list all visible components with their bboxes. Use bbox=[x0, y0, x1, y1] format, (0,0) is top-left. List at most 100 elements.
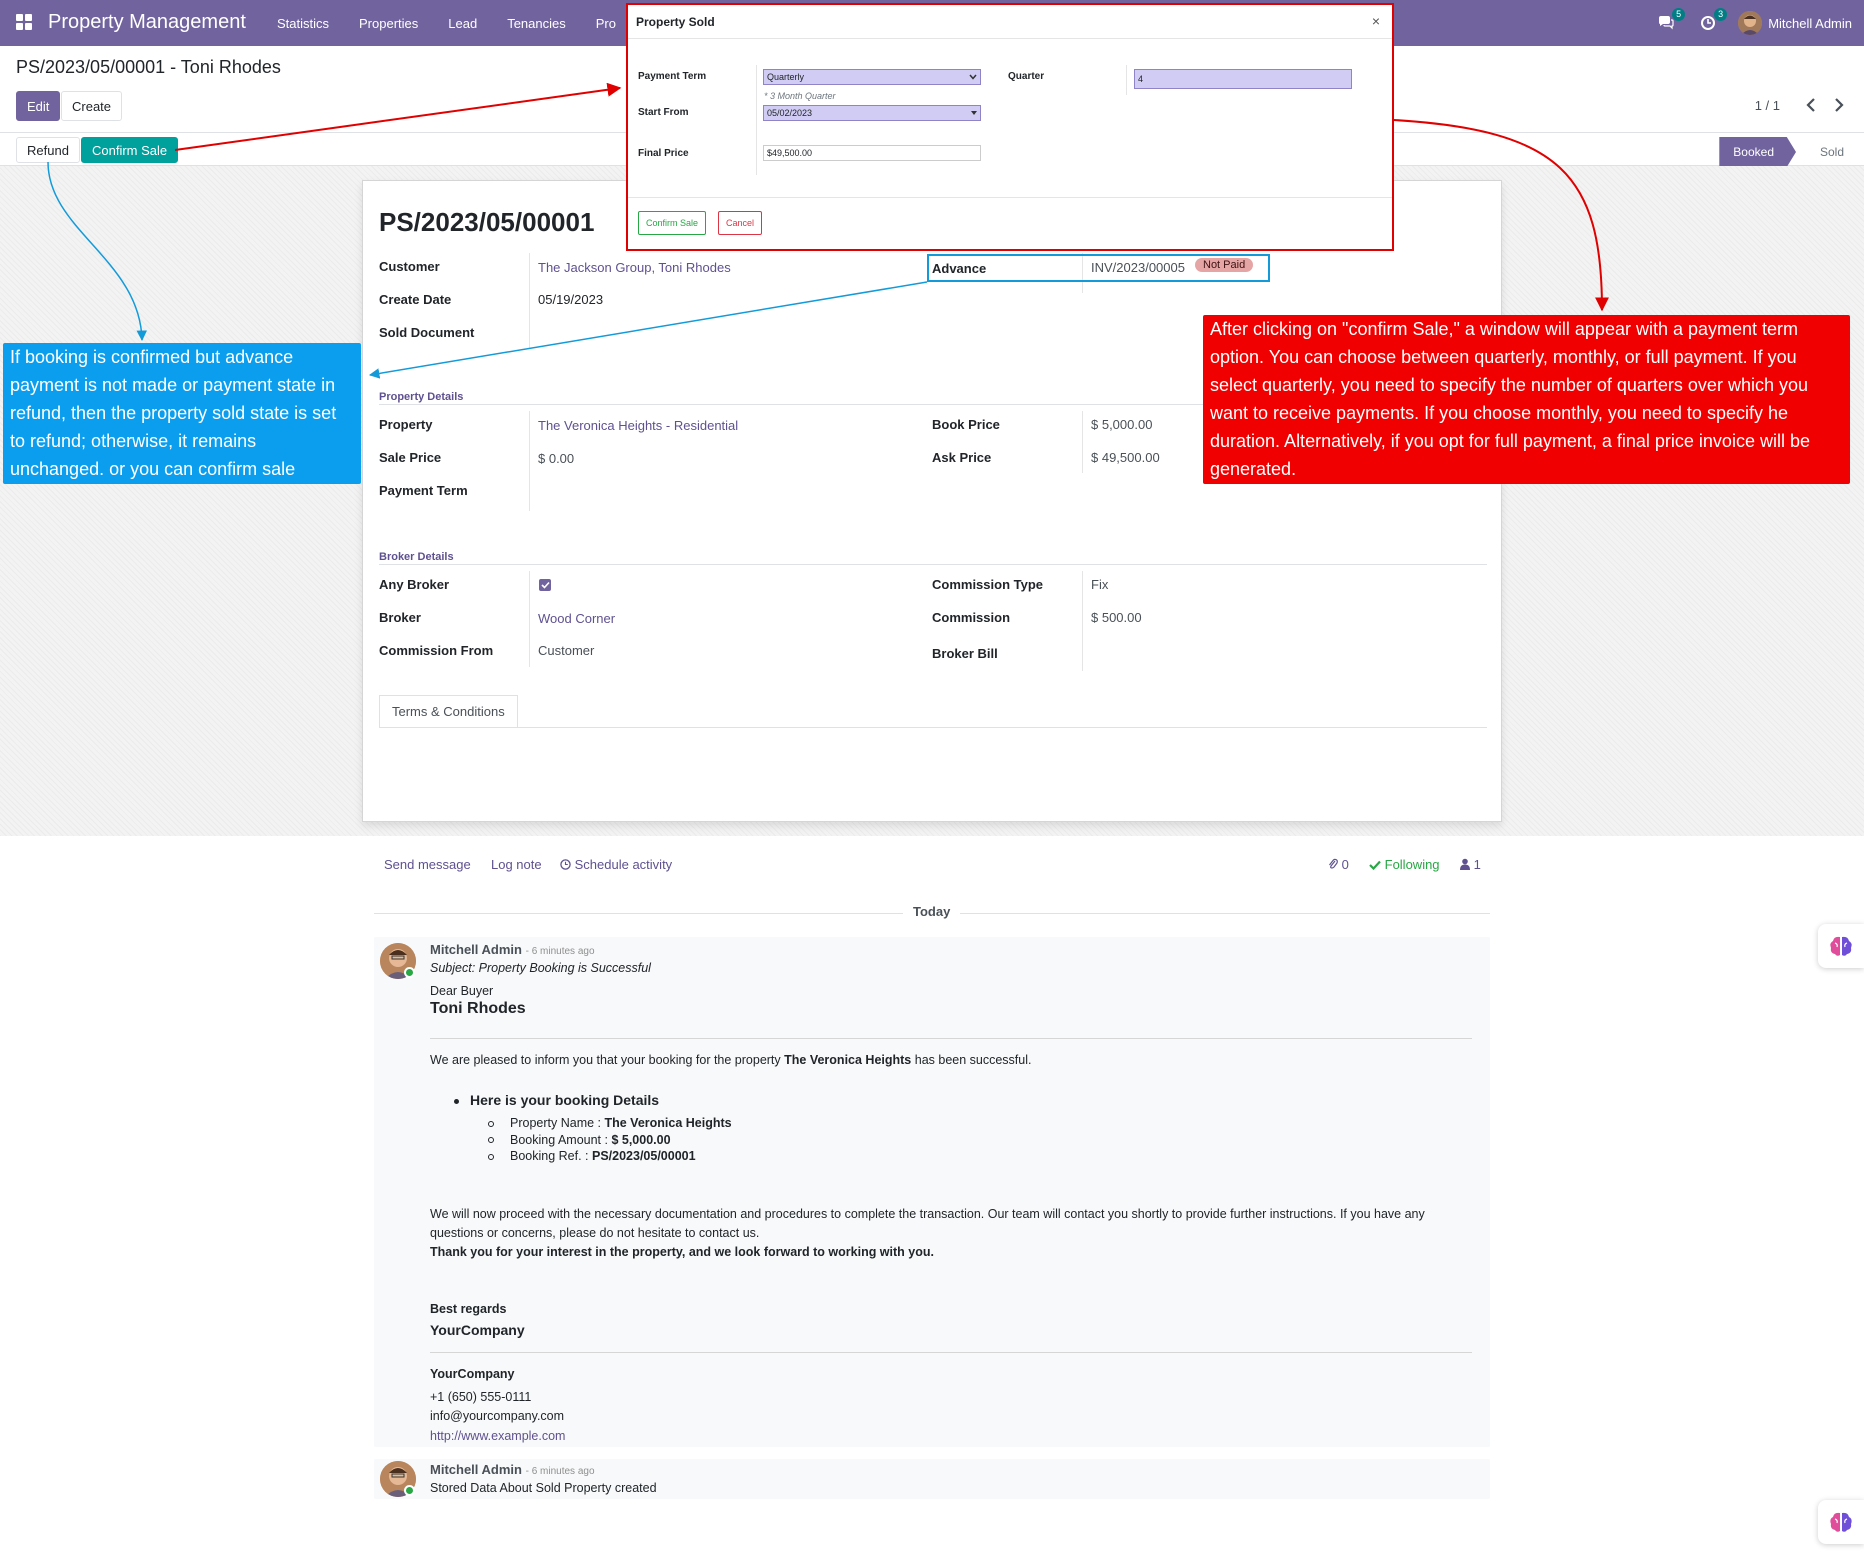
stage-sold[interactable]: Sold bbox=[1806, 137, 1858, 167]
advance-highlight-box bbox=[927, 254, 1270, 282]
final-price-value: $49,500.00 bbox=[767, 148, 813, 158]
intro-pre: We are pleased to inform you that your b… bbox=[430, 1053, 785, 1067]
create-date-field[interactable]: 05/19/2023 bbox=[538, 292, 603, 307]
body-line-2: questions or concerns, please do not hes… bbox=[430, 1226, 760, 1240]
followers-count: 1 bbox=[1473, 857, 1481, 872]
any-broker-checkbox[interactable] bbox=[539, 579, 551, 591]
author-name: Mitchell Admin bbox=[430, 942, 522, 957]
edit-button[interactable]: Edit bbox=[16, 91, 61, 121]
commission-type-field[interactable]: Fix bbox=[1091, 577, 1108, 592]
field-divider bbox=[1126, 65, 1127, 95]
payment-term-select[interactable]: Quarterly bbox=[763, 69, 981, 85]
brain-assistant-icon[interactable] bbox=[1818, 1500, 1864, 1544]
final-price-label: Final Price bbox=[638, 148, 689, 159]
log-note-button[interactable]: Log note bbox=[491, 857, 542, 872]
breadcrumb: PS/2023/05/00001 - Toni Rhodes bbox=[16, 57, 281, 77]
apps-menu-icon[interactable] bbox=[16, 14, 32, 30]
app-brand[interactable]: Property Management bbox=[48, 11, 246, 34]
property-sold-dialog: Property Sold × Payment Term Quarterly *… bbox=[626, 3, 1394, 251]
clock-icon bbox=[560, 859, 571, 870]
tab-terms-conditions[interactable]: Terms & Conditions bbox=[379, 695, 518, 728]
brain-assistant-icon[interactable] bbox=[1818, 924, 1864, 968]
sold-document-label: Sold Document bbox=[379, 325, 475, 340]
confirm-sale-explanation-note: After clicking on "confirm Sale," a wind… bbox=[1203, 315, 1850, 484]
field-divider bbox=[756, 65, 757, 175]
field-divider bbox=[1082, 411, 1083, 473]
user-menu[interactable]: Mitchell Admin bbox=[1738, 11, 1852, 35]
ask-price-field[interactable]: $ 49,500.00 bbox=[1091, 450, 1160, 465]
sale-price-field[interactable]: $ 0.00 bbox=[538, 451, 574, 466]
attachments-button[interactable]: 0 bbox=[1328, 857, 1349, 872]
separator-line bbox=[379, 564, 1487, 565]
chatter-message: Mitchell Admin - 6 minutes ago Subject: … bbox=[374, 937, 1490, 1447]
start-from-label: Start From bbox=[638, 107, 689, 118]
menu-properties[interactable]: Properties bbox=[344, 16, 433, 31]
field-divider bbox=[1082, 571, 1083, 671]
customer-field[interactable]: The Jackson Group, Toni Rhodes bbox=[538, 260, 731, 275]
signature-email[interactable]: info@yourcompany.com bbox=[430, 1409, 564, 1423]
create-button[interactable]: Create bbox=[61, 91, 123, 121]
signature-phone: +1 (650) 555-0111 bbox=[430, 1390, 532, 1404]
check-icon bbox=[1369, 860, 1381, 870]
menu-statistics[interactable]: Statistics bbox=[262, 16, 344, 31]
final-price-input[interactable]: $49,500.00 bbox=[763, 145, 981, 161]
message-author[interactable]: Mitchell Admin - 6 minutes ago bbox=[430, 942, 595, 957]
start-from-value: 05/02/2023 bbox=[767, 108, 813, 118]
property-field[interactable]: The Veronica Heights - Residential bbox=[538, 418, 738, 433]
commission-field[interactable]: $ 500.00 bbox=[1091, 610, 1142, 625]
payment-term-value: Quarterly bbox=[767, 72, 805, 82]
following-button[interactable]: Following bbox=[1369, 857, 1440, 872]
message-subject: Subject: Property Booking is Successful bbox=[430, 961, 651, 975]
dialog-confirm-sale-button[interactable]: Confirm Sale bbox=[638, 211, 707, 235]
sale-price-label: Sale Price bbox=[379, 450, 442, 465]
signature-divider bbox=[430, 1352, 1472, 1353]
author-name: Mitchell Admin bbox=[430, 1462, 522, 1477]
stage-booked[interactable]: Booked bbox=[1719, 137, 1796, 167]
messaging-icon[interactable]: 5 bbox=[1654, 8, 1686, 35]
commission-label: Commission bbox=[932, 610, 1011, 625]
message-divider bbox=[430, 1038, 1472, 1039]
followers-button[interactable]: 1 bbox=[1460, 857, 1481, 872]
property-label: Property bbox=[379, 417, 433, 432]
activity-clock-icon[interactable]: 3 bbox=[1696, 8, 1728, 35]
attachments-count: 0 bbox=[1341, 857, 1349, 872]
menu-tenancies[interactable]: Tenancies bbox=[492, 16, 581, 31]
main-menu: Statistics Properties Lead Tenancies Pro bbox=[262, 0, 631, 46]
following-label: Following bbox=[1384, 857, 1440, 872]
commission-from-label: Commission From bbox=[379, 643, 494, 658]
user-icon bbox=[1460, 858, 1470, 870]
menu-more[interactable]: Pro bbox=[581, 16, 631, 31]
schedule-activity-button[interactable]: Schedule activity bbox=[560, 857, 672, 872]
bullet-icon bbox=[454, 1099, 459, 1104]
date-separator: Today bbox=[903, 904, 961, 919]
sub-bullet-icon bbox=[488, 1137, 494, 1143]
send-message-button[interactable]: Send message bbox=[384, 857, 471, 872]
chevron-right-icon[interactable] bbox=[1834, 98, 1844, 112]
sub-bullet-icon bbox=[488, 1154, 494, 1160]
sub-bullet-icon bbox=[488, 1121, 494, 1127]
field-divider bbox=[529, 253, 530, 349]
buyer-name: Toni Rhodes bbox=[430, 1000, 526, 1017]
confirm-sale-button[interactable]: Confirm Sale bbox=[81, 137, 179, 163]
start-from-date-input[interactable]: 05/02/2023 bbox=[763, 105, 981, 121]
refund-button[interactable]: Refund bbox=[16, 137, 80, 163]
pager-value[interactable]: 1 / 1 bbox=[1755, 98, 1780, 113]
payment-term-label: Payment Term bbox=[638, 71, 707, 82]
menu-lead[interactable]: Lead bbox=[433, 16, 492, 31]
greeting: Dear Buyer bbox=[430, 984, 494, 998]
close-icon[interactable]: × bbox=[1372, 13, 1380, 29]
signature-company: YourCompany bbox=[430, 1367, 515, 1381]
dialog-cancel-button[interactable]: Cancel bbox=[718, 211, 763, 235]
broker-bill-label: Broker Bill bbox=[932, 646, 998, 661]
intro-property: The Veronica Heights bbox=[784, 1053, 912, 1067]
book-price-field[interactable]: $ 5,000.00 bbox=[1091, 417, 1152, 432]
broker-field[interactable]: Wood Corner bbox=[538, 611, 615, 626]
signature-website-link[interactable]: http://www.example.com bbox=[430, 1429, 565, 1443]
ask-price-label: Ask Price bbox=[932, 450, 992, 465]
message-author[interactable]: Mitchell Admin - 6 minutes ago bbox=[430, 1462, 595, 1477]
chevron-left-icon[interactable] bbox=[1806, 98, 1816, 112]
intro-paragraph: We are pleased to inform you that your b… bbox=[430, 1053, 1031, 1067]
detail-label: Property Name : bbox=[510, 1116, 605, 1130]
commission-from-field[interactable]: Customer bbox=[538, 643, 594, 658]
quarter-input[interactable]: 4 bbox=[1134, 69, 1352, 89]
